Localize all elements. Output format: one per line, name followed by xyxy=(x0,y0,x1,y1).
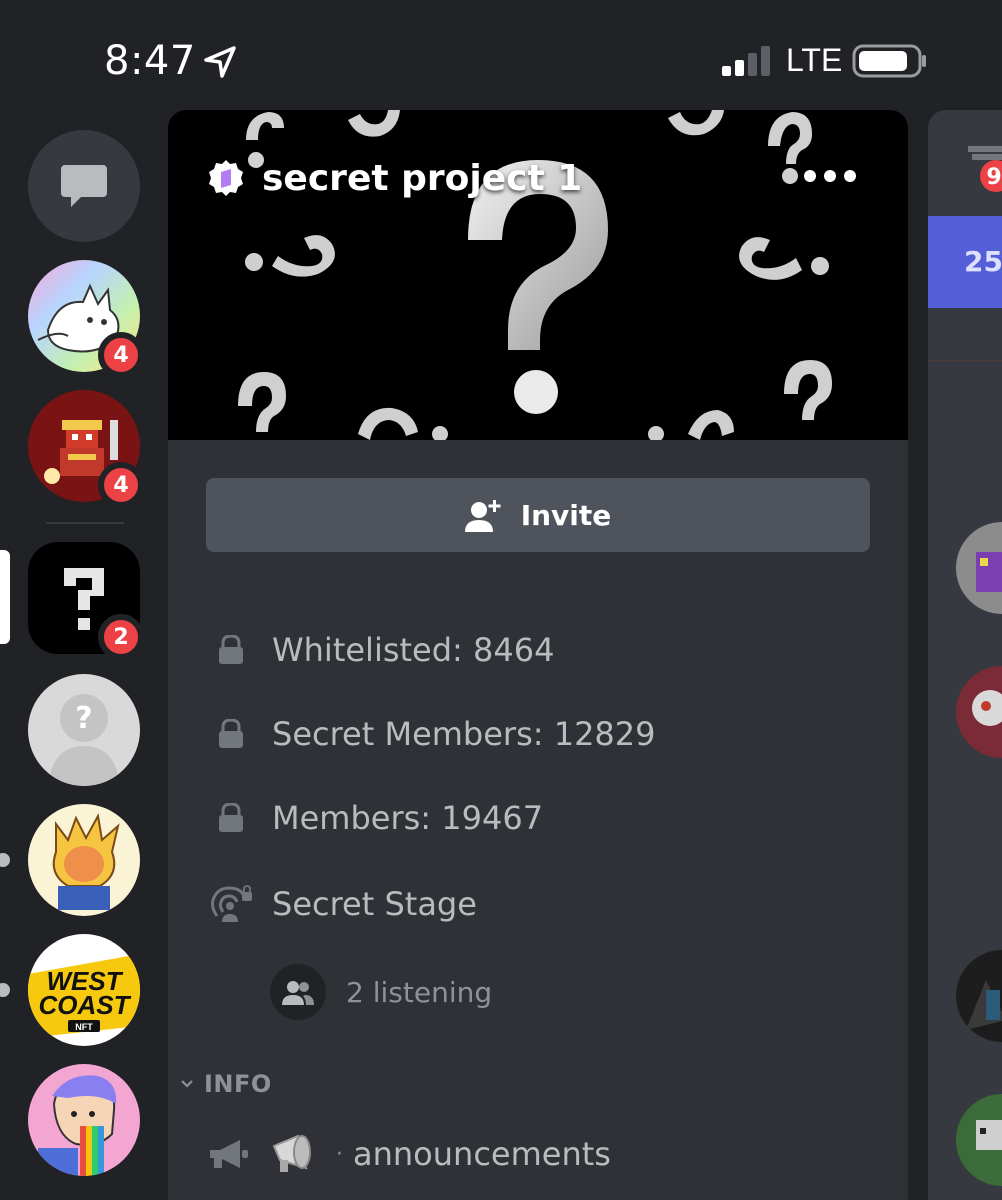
channel-label: Whitelisted: 8464 xyxy=(272,631,555,669)
stage-listeners[interactable]: 2 listening xyxy=(270,964,492,1020)
peek-avatar xyxy=(956,522,1002,614)
channel-label: Secret Stage xyxy=(272,885,477,923)
partnered-server-icon xyxy=(209,160,243,196)
channel-secret-stage[interactable]: Secret Stage xyxy=(208,876,477,932)
guild-rail: 4 4 2 ? WEST COAST NFT xyxy=(0,110,168,1200)
channel-label: announcements xyxy=(353,1135,611,1173)
stage-icon xyxy=(208,881,254,927)
category-info[interactable]: INFO xyxy=(180,1070,272,1098)
channel-members[interactable]: Members: 19467 xyxy=(208,790,543,846)
signal-strength-icon xyxy=(722,46,770,76)
channel-label: Members: 19467 xyxy=(272,799,544,837)
guild-grey-question[interactable]: ? xyxy=(28,674,140,786)
chevron-down-icon xyxy=(181,1080,193,1088)
rainbow-face-icon xyxy=(38,1075,117,1176)
unread-dot xyxy=(0,853,10,867)
server-name: secret project 1 xyxy=(262,157,583,199)
status-bar: 8:47 LTE xyxy=(0,0,1002,110)
rail-divider xyxy=(46,522,124,524)
west-coast-logo-icon: WEST COAST NFT xyxy=(28,954,140,1038)
status-time: 8:47 xyxy=(104,38,196,84)
peek-avatar xyxy=(956,1094,1002,1186)
lock-icon xyxy=(208,795,254,841)
peek-badge-count: 9 xyxy=(986,165,1001,190)
invite-label: Invite xyxy=(520,498,612,532)
guild-rainbow-face[interactable] xyxy=(28,1064,140,1176)
channel-whitelisted[interactable]: Whitelisted: 8464 xyxy=(208,622,554,678)
svg-text:COAST: COAST xyxy=(39,990,132,1020)
add-person-icon xyxy=(464,500,501,532)
direct-messages-button[interactable] xyxy=(28,130,140,242)
svg-text:NFT: NFT xyxy=(75,1022,93,1032)
channel-separator: · xyxy=(336,1141,343,1167)
channel-secret-members[interactable]: Secret Members: 12829 xyxy=(208,706,656,762)
server-header[interactable]: secret project 1 xyxy=(206,157,583,199)
megaphone-emoji-icon xyxy=(272,1134,311,1172)
chat-panel-peek[interactable]: 9 25 xyxy=(928,110,1002,1200)
unread-dot xyxy=(0,983,10,997)
members-icon: 9 xyxy=(968,146,1002,192)
channel-label: Secret Members: 12829 xyxy=(272,715,656,753)
unread-badge: 4 xyxy=(98,462,144,508)
silhouette-question-icon: ? xyxy=(48,694,120,786)
listening-count: 2 listening xyxy=(346,975,493,1009)
lock-icon xyxy=(208,627,254,673)
invite-button[interactable]: Invite xyxy=(206,478,870,552)
guild-secret-project[interactable]: 2 xyxy=(28,542,144,660)
channel-announcements[interactable]: · announcements xyxy=(206,1132,611,1176)
selected-indicator xyxy=(0,550,10,644)
guild-rainbow-cat[interactable]: 4 xyxy=(28,260,144,378)
more-options-icon[interactable] xyxy=(800,164,864,188)
peek-avatar xyxy=(956,666,1002,758)
server-banner: secret project 1 xyxy=(168,110,908,440)
announcement-channel-icon xyxy=(210,1140,248,1168)
location-arrow-icon xyxy=(204,46,236,78)
lion-avatar-icon xyxy=(52,812,120,910)
peek-divider xyxy=(928,360,1002,361)
lock-icon xyxy=(208,711,254,757)
network-type: LTE xyxy=(786,42,843,78)
listeners-icon xyxy=(270,964,326,1020)
guild-pixel-warrior[interactable]: 4 xyxy=(28,390,144,508)
guild-yellow-lion[interactable] xyxy=(28,804,140,916)
category-label: INFO xyxy=(204,1070,272,1098)
guild-west-coast[interactable]: WEST COAST NFT xyxy=(28,934,140,1046)
battery-icon xyxy=(852,44,926,78)
peek-avatar xyxy=(956,950,1002,1042)
server-panel: secret project 1 Invite Whitelisted: 846… xyxy=(168,110,908,1200)
peek-highlight-text: 25 xyxy=(964,245,1002,278)
svg-text:?: ? xyxy=(75,701,92,736)
unread-badge: 2 xyxy=(98,614,144,660)
chat-bubble-icon xyxy=(61,165,107,207)
unread-badge: 4 xyxy=(98,332,144,378)
